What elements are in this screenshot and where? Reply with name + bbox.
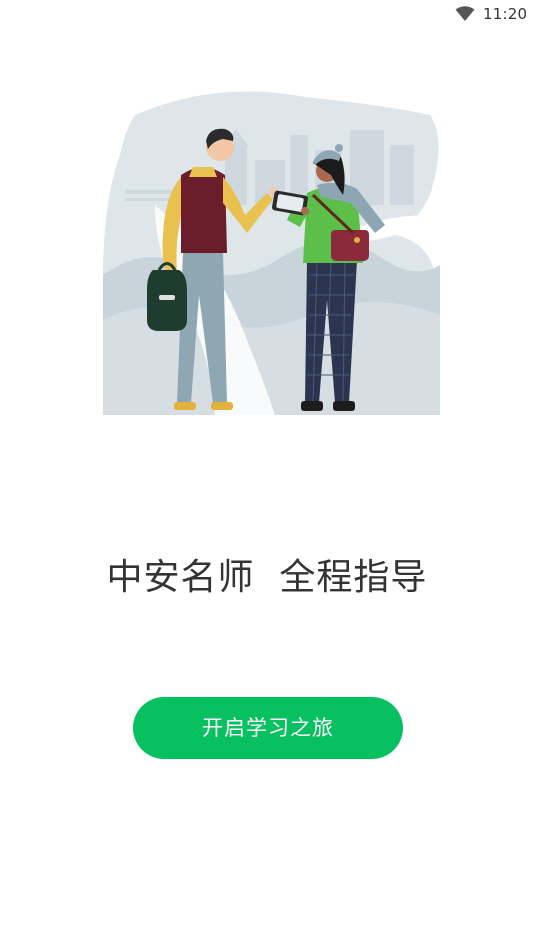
start-learning-button[interactable]: 开启学习之旅 [133, 697, 403, 759]
slogan-heading: 中安名师 全程指导 [106, 557, 428, 598]
status-time: 11:20 [483, 5, 528, 23]
status-bar: 11:20 [0, 0, 534, 28]
wifi-icon [455, 6, 475, 21]
travelers-illustration [102, 91, 440, 415]
